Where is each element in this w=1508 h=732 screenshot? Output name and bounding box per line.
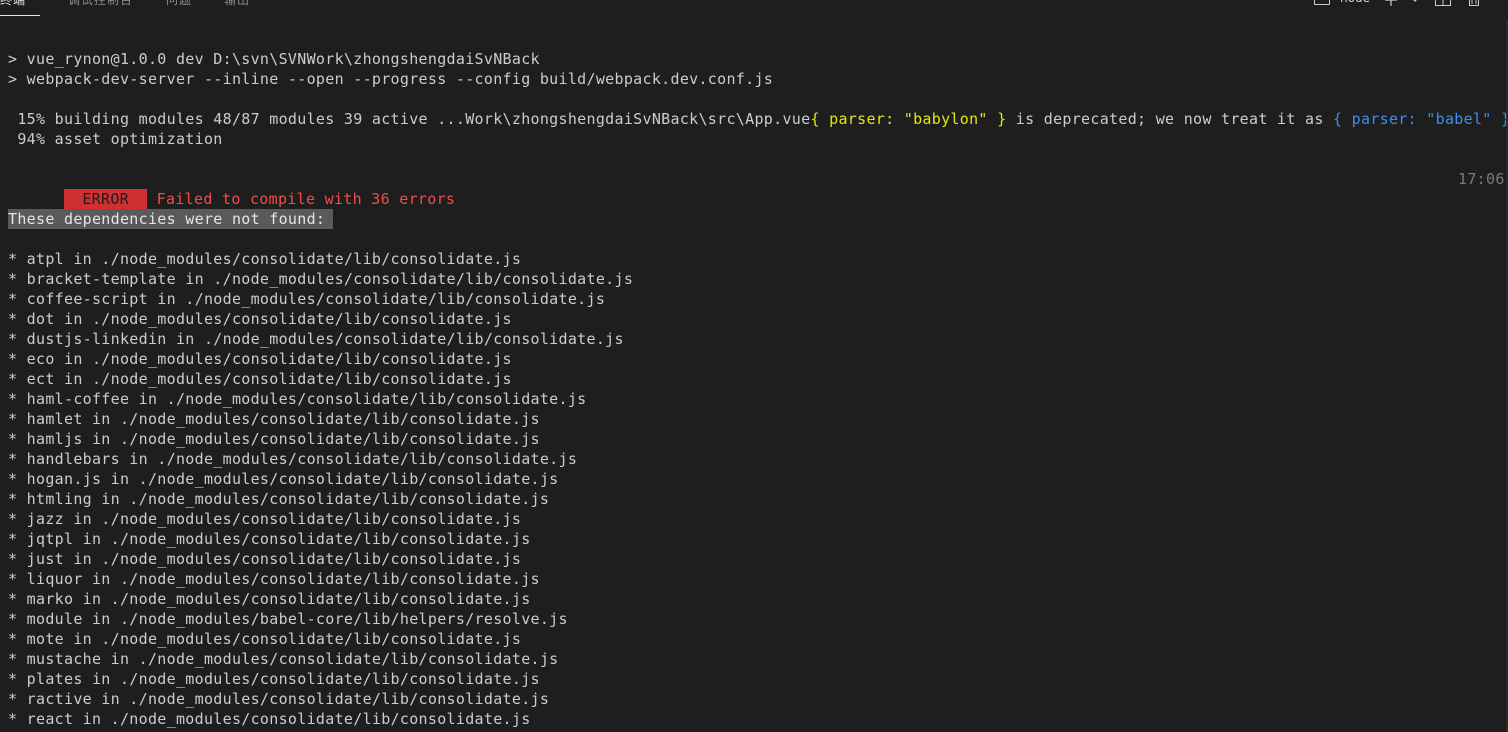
error-badge: ERROR: [64, 189, 148, 209]
list-item: * hogan.js in ./node_modules/consolidate…: [8, 470, 559, 488]
list-item: * jazz in ./node_modules/consolidate/lib…: [8, 510, 522, 528]
list-item: * dustjs-linkedin in ./node_modules/cons…: [8, 330, 624, 348]
missing-deps-list: * atpl in ./node_modules/consolidate/lib…: [8, 249, 1498, 729]
chevron-down-icon[interactable]: [1408, 0, 1422, 6]
list-item: * jqtpl in ./node_modules/consolidate/li…: [8, 530, 531, 548]
active-tab-indicator: [0, 15, 40, 16]
deprecated-text: is deprecated; we now treat it as: [1006, 110, 1333, 128]
list-item: * htmling in ./node_modules/consolidate/…: [8, 490, 550, 508]
error-line: ERROR Failed to compile with 36 errors 1…: [8, 169, 1508, 209]
timestamp: 17:06:: [1458, 170, 1508, 188]
panel-tab-bar: 终端 调试控制台 问题 输出 node: [0, 0, 1508, 20]
list-item: * dot in ./node_modules/consolidate/lib/…: [8, 310, 512, 328]
trash-icon[interactable]: [1467, 0, 1481, 6]
list-item: * marko in ./node_modules/consolidate/li…: [8, 590, 531, 608]
list-item: * handlebars in ./node_modules/consolida…: [8, 450, 578, 468]
parser-old-text: { parser: "babylon" }: [810, 110, 1007, 128]
tab-debug-console[interactable]: 调试控制台: [68, 0, 133, 8]
list-item: * eco in ./node_modules/consolidate/lib/…: [8, 350, 512, 368]
list-item: * hamlet in ./node_modules/consolidate/l…: [8, 410, 540, 428]
terminal-output[interactable]: > vue_rynon@1.0.0 dev D:\svn\SVNWork\zho…: [8, 49, 1508, 729]
list-item: * mote in ./node_modules/consolidate/lib…: [8, 630, 522, 648]
list-item: * ect in ./node_modules/consolidate/lib/…: [8, 370, 512, 388]
command-line: > webpack-dev-server --inline --open --p…: [8, 70, 774, 88]
tab-terminal[interactable]: 终端: [0, 0, 26, 8]
progress-text: 15% building modules 48/87 modules 39 ac…: [8, 110, 811, 128]
list-item: * module in ./node_modules/babel-core/li…: [8, 610, 568, 628]
list-item: * react in ./node_modules/consolidate/li…: [8, 710, 531, 728]
progress-line: 15% building modules 48/87 modules 39 ac…: [8, 109, 1508, 129]
split-terminal-icon[interactable]: [1435, 0, 1451, 6]
list-item: * just in ./node_modules/consolidate/lib…: [8, 550, 522, 568]
list-item: * coffee-script in ./node_modules/consol…: [8, 290, 606, 308]
terminal-select-label: node: [1340, 0, 1370, 5]
parser-new-text: { parser: "babel" }: [1332, 110, 1508, 128]
list-item: * haml-coffee in ./node_modules/consolid…: [8, 390, 587, 408]
list-item: * atpl in ./node_modules/consolidate/lib…: [8, 250, 522, 268]
list-item: * plates in ./node_modules/consolidate/l…: [8, 670, 540, 688]
list-item: * ractive in ./node_modules/consolidate/…: [8, 690, 550, 708]
tab-output[interactable]: 输出: [224, 0, 250, 8]
terminal-panel: 终端 调试控制台 问题 输出 node > vue_rynon@1.0.0 de…: [0, 0, 1508, 732]
command-line: > vue_rynon@1.0.0 dev D:\svn\SVNWork\zho…: [8, 50, 540, 68]
tab-problems[interactable]: 问题: [166, 0, 192, 8]
add-terminal-icon[interactable]: [1384, 0, 1398, 6]
list-item: * mustache in ./node_modules/consolidate…: [8, 650, 559, 668]
error-message: Failed to compile with 36 errors: [156, 190, 456, 208]
terminal-icon: [1314, 0, 1330, 5]
progress-line: 94% asset optimization: [8, 130, 223, 148]
list-item: * bracket-template in ./node_modules/con…: [8, 270, 634, 288]
terminal-select[interactable]: node: [1314, 0, 1370, 5]
list-item: * liquor in ./node_modules/consolidate/l…: [8, 570, 540, 588]
deps-header-line: These dependencies were not found:: [8, 209, 1498, 229]
list-item: * hamljs in ./node_modules/consolidate/l…: [8, 430, 540, 448]
